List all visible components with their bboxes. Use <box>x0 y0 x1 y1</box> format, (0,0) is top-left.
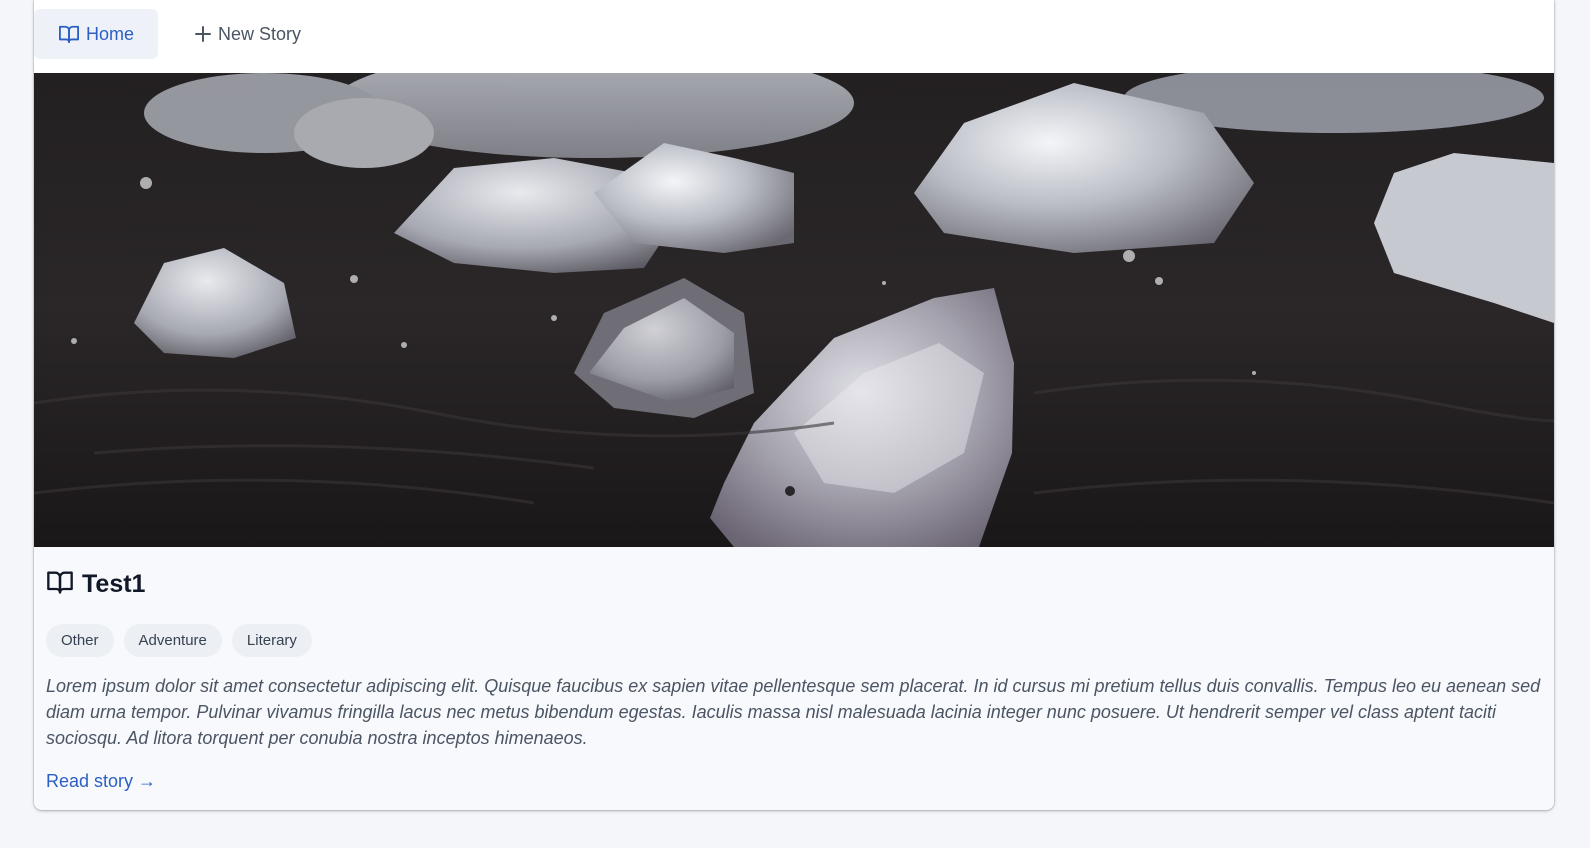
book-open-icon <box>58 24 80 44</box>
plus-icon <box>194 25 212 43</box>
read-story-link[interactable]: Read story → <box>46 771 156 792</box>
nav-home-button[interactable]: Home <box>34 9 159 59</box>
tag-badge: Other <box>46 624 114 657</box>
nav-home-label: Home <box>86 23 135 44</box>
tag-badge: Adventure <box>123 624 222 657</box>
story-description: Lorem ipsum dolor sit amet consectetur a… <box>46 676 1541 748</box>
top-nav: Home New Story <box>34 0 1554 73</box>
story-cover-image[interactable] <box>34 73 1554 547</box>
story-title-row: Test1 <box>46 569 1542 600</box>
story-card-body: Test1 Other Adventure Literary Lorem ips… <box>34 547 1554 810</box>
story-tags: Other Adventure Literary <box>46 624 1542 657</box>
nav-new-story-button[interactable]: New Story <box>170 9 325 59</box>
app-window: Home New Story Test1 Other Adventure Lit… <box>34 0 1554 810</box>
book-open-icon <box>46 569 74 600</box>
nav-new-story-label: New Story <box>218 23 302 44</box>
tag-badge: Literary <box>231 624 312 657</box>
story-title[interactable]: Test1 <box>82 570 145 599</box>
